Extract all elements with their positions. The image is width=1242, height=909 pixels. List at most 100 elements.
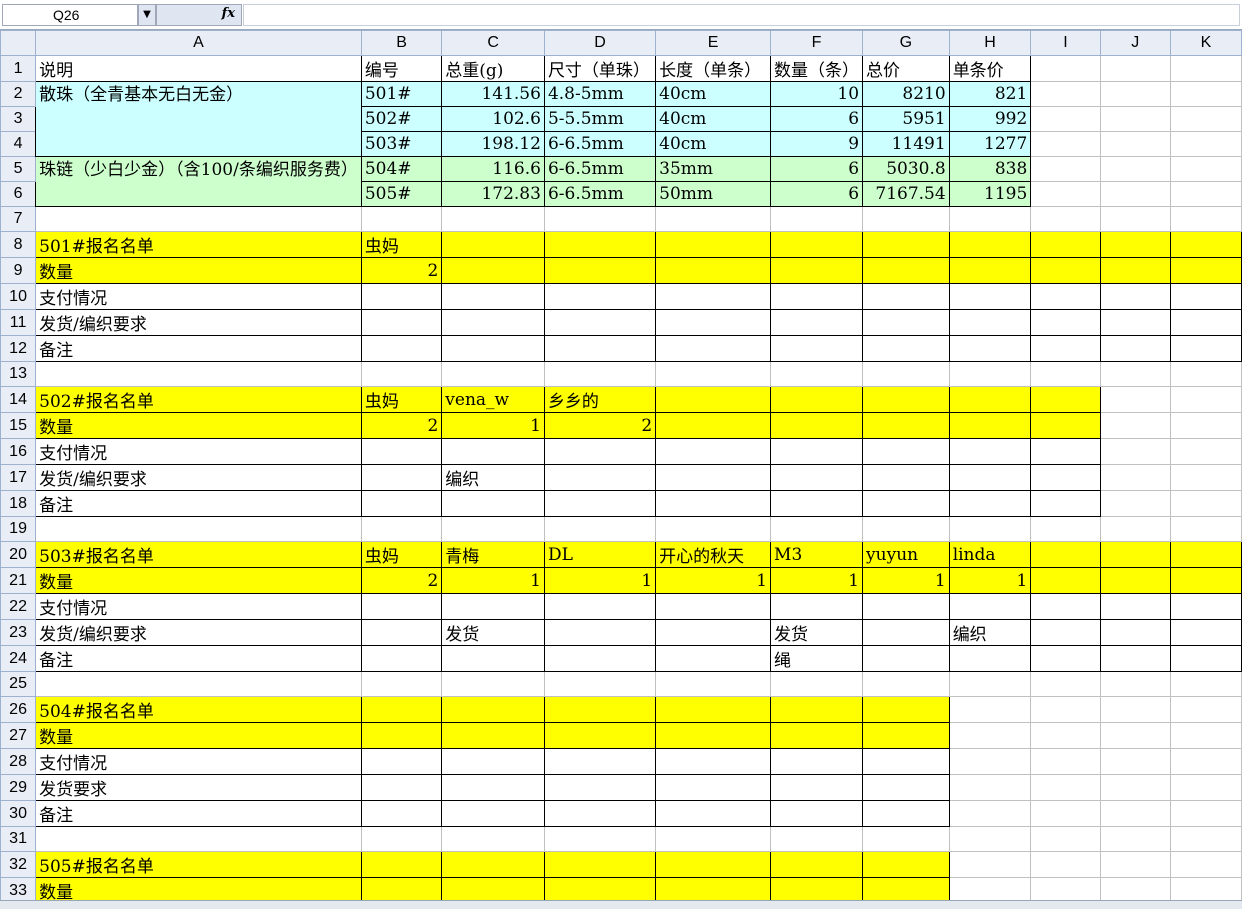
cell[interactable]: [655, 490, 772, 517]
cell[interactable]: [948, 800, 1032, 827]
cell[interactable]: [770, 593, 864, 620]
cell[interactable]: [1169, 231, 1242, 258]
cell[interactable]: 5951: [862, 106, 950, 132]
cell[interactable]: [770, 386, 864, 413]
cell[interactable]: [360, 800, 443, 827]
cell[interactable]: [1099, 748, 1171, 775]
cell[interactable]: [1099, 231, 1171, 258]
cell[interactable]: [441, 490, 545, 517]
cell[interactable]: [1099, 412, 1171, 439]
row-header[interactable]: 11: [0, 309, 37, 336]
cell[interactable]: 备注: [35, 490, 362, 517]
cell[interactable]: [543, 748, 657, 775]
cell[interactable]: 838: [948, 156, 1032, 182]
row-header[interactable]: 13: [0, 361, 37, 387]
cell[interactable]: [655, 386, 772, 413]
cell[interactable]: [1169, 671, 1242, 697]
cell[interactable]: [655, 361, 772, 387]
cell[interactable]: 尺寸（单珠）: [543, 55, 657, 82]
cell[interactable]: [948, 257, 1032, 284]
cell[interactable]: 6: [770, 106, 864, 132]
cell[interactable]: 8210: [862, 81, 950, 107]
cell[interactable]: 编号: [360, 55, 443, 82]
cell[interactable]: [655, 412, 772, 439]
cell[interactable]: 2: [360, 567, 443, 594]
cell[interactable]: 备注: [35, 800, 362, 827]
cell[interactable]: [1099, 81, 1171, 107]
cell[interactable]: [35, 826, 362, 852]
cell[interactable]: 501#报名名单: [35, 231, 362, 258]
row-header[interactable]: 23: [0, 619, 37, 646]
cell[interactable]: [441, 774, 545, 801]
cell[interactable]: [543, 490, 657, 517]
column-header-h[interactable]: H: [948, 30, 1032, 56]
cell[interactable]: 备注: [35, 335, 362, 362]
cell[interactable]: 6-6.5mm: [543, 156, 657, 182]
cell[interactable]: 505#: [360, 181, 443, 207]
cell[interactable]: [1099, 206, 1171, 232]
cell[interactable]: [543, 516, 657, 542]
cell[interactable]: [1030, 131, 1101, 157]
cell[interactable]: 502#: [360, 106, 443, 132]
cell[interactable]: 503#报名名单: [35, 541, 362, 568]
cell[interactable]: [543, 464, 657, 491]
cell[interactable]: [1030, 851, 1101, 878]
cell[interactable]: [35, 671, 362, 697]
cell[interactable]: [770, 309, 864, 336]
cell[interactable]: 散珠（全青基本无白无金）: [35, 81, 362, 157]
cell[interactable]: 40cm: [655, 131, 772, 157]
cell[interactable]: yuyun: [862, 541, 950, 568]
cell[interactable]: [1169, 156, 1242, 182]
cell[interactable]: [1030, 257, 1101, 284]
column-header-d[interactable]: D: [543, 30, 657, 56]
cell[interactable]: [360, 593, 443, 620]
cell[interactable]: [1099, 55, 1171, 82]
cell[interactable]: [948, 645, 1032, 672]
cell[interactable]: [1030, 335, 1101, 362]
cell[interactable]: 40cm: [655, 106, 772, 132]
cell[interactable]: 6: [770, 156, 864, 182]
cell[interactable]: [770, 748, 864, 775]
cell[interactable]: [862, 490, 950, 517]
row-header[interactable]: 22: [0, 593, 37, 620]
cell[interactable]: [1099, 541, 1171, 568]
cell[interactable]: 数量: [35, 257, 362, 284]
cell[interactable]: [1030, 231, 1101, 258]
cell[interactable]: 4.8-5mm: [543, 81, 657, 107]
cell[interactable]: [862, 619, 950, 646]
cell[interactable]: [862, 438, 950, 465]
cell[interactable]: [1099, 593, 1171, 620]
cell[interactable]: [543, 774, 657, 801]
cell[interactable]: [543, 257, 657, 284]
cell[interactable]: 虫妈: [360, 231, 443, 258]
cell[interactable]: [862, 361, 950, 387]
cell[interactable]: 1: [655, 567, 772, 594]
cell[interactable]: [1099, 335, 1171, 362]
row-header[interactable]: 31: [0, 826, 37, 852]
cell[interactable]: [948, 748, 1032, 775]
cell[interactable]: [1099, 516, 1171, 542]
name-box[interactable]: Q26: [2, 4, 138, 26]
cell[interactable]: 50mm: [655, 181, 772, 207]
cell[interactable]: [862, 645, 950, 672]
cell[interactable]: 821: [948, 81, 1032, 107]
cell[interactable]: [1030, 156, 1101, 182]
cell[interactable]: 支付情况: [35, 438, 362, 465]
row-header[interactable]: 24: [0, 645, 37, 672]
cell[interactable]: [655, 645, 772, 672]
cell[interactable]: [441, 671, 545, 697]
cell[interactable]: [543, 206, 657, 232]
cell[interactable]: [770, 257, 864, 284]
cell[interactable]: [770, 412, 864, 439]
cell[interactable]: [1169, 516, 1242, 542]
cell[interactable]: [1169, 257, 1242, 284]
cell[interactable]: [1030, 748, 1101, 775]
cell[interactable]: 504#: [360, 156, 443, 182]
cell[interactable]: [441, 593, 545, 620]
cell[interactable]: [862, 283, 950, 310]
cell[interactable]: [1169, 335, 1242, 362]
cell[interactable]: [1030, 106, 1101, 132]
cell[interactable]: [948, 490, 1032, 517]
cell[interactable]: [360, 283, 443, 310]
cell[interactable]: [655, 464, 772, 491]
